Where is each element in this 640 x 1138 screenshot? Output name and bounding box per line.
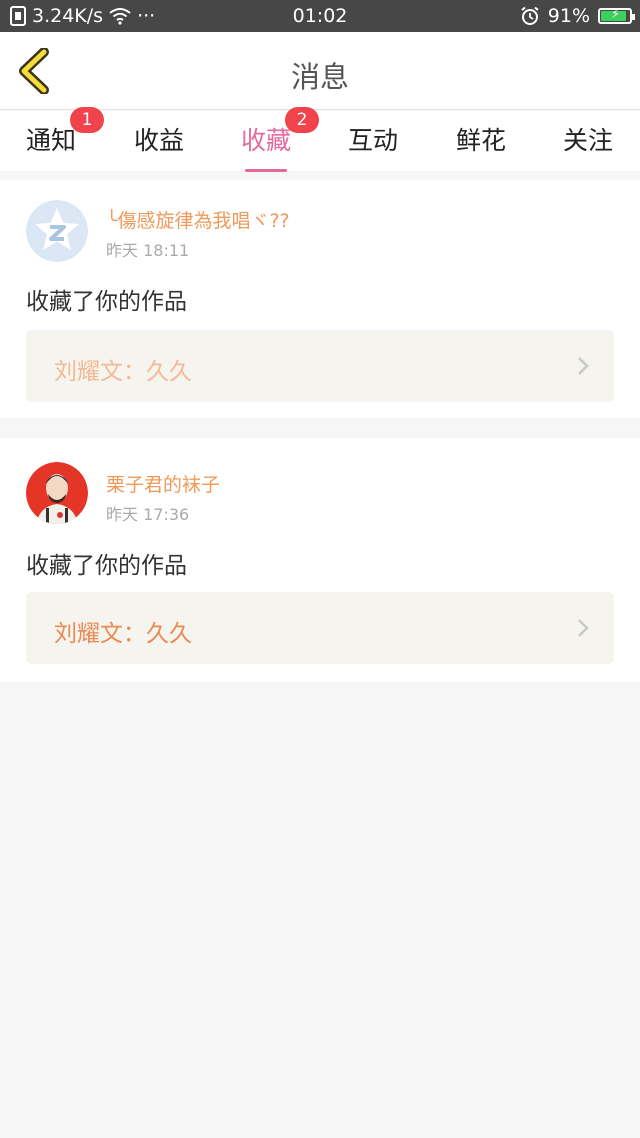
work-title: 刘耀文：久久 — [54, 621, 192, 647]
user-photo-avatar[interactable] — [26, 462, 88, 524]
notification-badge: 1 — [70, 107, 104, 133]
status-bar: 3.24K/s ··· 01:02 91% ⚡ — [0, 0, 640, 32]
chevron-right-icon — [578, 619, 589, 637]
tab-label: 关注 — [562, 126, 613, 155]
tab-notifications[interactable]: 通知 1 — [6, 107, 104, 157]
charging-bolt-icon: ⚡ — [611, 7, 621, 22]
username[interactable]: 栗子君的袜子 — [106, 470, 220, 497]
battery-icon: ⚡ — [598, 7, 635, 24]
tab-interactions[interactable]: 互动 — [328, 121, 418, 157]
tab-label: 收藏 — [240, 126, 291, 155]
message-time: 昨天 18:11 — [106, 241, 190, 260]
message-time: 昨天 17:36 — [106, 505, 190, 524]
tab-earnings[interactable]: 收益 — [114, 121, 204, 157]
tab-label: 鲜花 — [455, 126, 506, 155]
favorites-badge: 2 — [285, 107, 319, 133]
tab-favorites[interactable]: 收藏 2 — [221, 107, 319, 172]
tab-label: 通知 — [25, 126, 76, 155]
work-title: 刘耀文：久久 — [54, 359, 192, 385]
tab-label: 收益 — [133, 126, 184, 155]
message-card: 栗子君的袜子 昨天 17:36 收藏了你的作品 刘耀文：久久 — [0, 438, 640, 682]
message-card: ╰傷感旋律為我唱ヾ?? 昨天 18:11 收藏了你的作品 刘耀文：久久 — [0, 180, 640, 418]
status-right: 91% ⚡ — [520, 5, 635, 27]
page-title: 消息 — [290, 60, 349, 94]
tab-bar: 通知 1 收益 收藏 2 互动 鲜花 关注 — [0, 107, 640, 172]
work-link[interactable]: 刘耀文：久久 — [26, 330, 614, 402]
username[interactable]: ╰傷感旋律為我唱ヾ?? — [106, 206, 290, 233]
active-tab-indicator — [245, 169, 287, 172]
tab-flowers[interactable]: 鲜花 — [436, 121, 526, 157]
chevron-right-icon — [578, 357, 589, 375]
action-text: 收藏了你的作品 — [26, 289, 187, 315]
tab-label: 互动 — [347, 126, 398, 155]
app-header: 消息 — [0, 32, 640, 110]
tab-follows[interactable]: 关注 — [543, 121, 633, 157]
action-text: 收藏了你的作品 — [26, 553, 187, 579]
alarm-icon — [521, 6, 539, 25]
work-link[interactable]: 刘耀文：久久 — [26, 592, 614, 664]
battery-percent: 91% — [547, 5, 590, 27]
default-avatar-icon[interactable] — [26, 200, 88, 262]
